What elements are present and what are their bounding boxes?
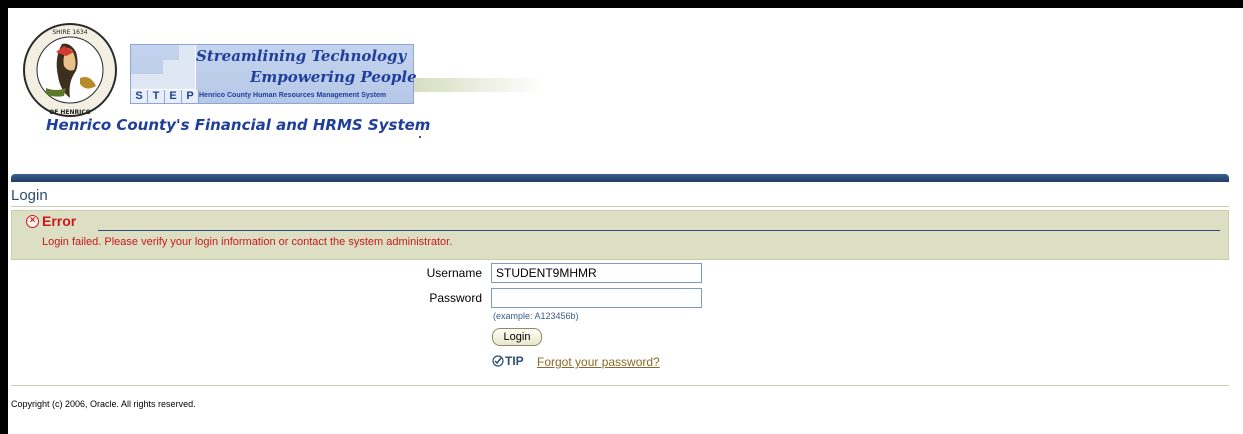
window-frame-left [0,0,8,434]
banner-grid-block [147,74,164,90]
error-title: Error [42,213,77,229]
step-letter-p: P [182,90,199,103]
password-field[interactable] [491,288,702,308]
step-letter-e: E [165,90,182,103]
error-icon: × [26,215,39,228]
tip-check-icon [492,355,504,367]
error-text: Login failed. Please verify your login i… [42,236,453,248]
window-frame-top [0,0,1243,8]
page-title: Login [11,187,48,204]
org-title: Henrico County's Financial and HRMS Syst… [46,116,431,134]
step-letter-s: S [131,90,148,103]
banner-fade-bar [414,78,544,92]
svg-text:OF HENRICO: OF HENRICO [49,109,91,116]
footer-divider [11,385,1229,386]
banner-grid-block [131,74,148,90]
county-seal-icon: SHIRE 1634 OF HENRICO [23,23,117,117]
banner-grid-block [179,45,196,61]
tip-label: TIP [505,354,524,368]
slogan-line-2: Empowering People [250,68,417,86]
svg-text:SHIRE 1634: SHIRE 1634 [52,29,87,36]
banner-grid-block [163,74,180,90]
decorative-dot [419,136,421,138]
copyright-text: Copyright (c) 2006, Oracle. All rights r… [11,399,196,409]
step-acronym: S T E P [131,90,199,103]
username-field[interactable] [491,263,702,283]
banner-grid-block [179,74,196,90]
forgot-password-link[interactable]: Forgot your password? [537,355,660,369]
password-hint: (example: A123456b) [493,311,579,321]
banner-grid-block [163,60,180,75]
banner-grid-block [179,60,196,75]
login-button[interactable]: Login [492,328,542,346]
heading-divider [11,206,1229,207]
header-divider [11,174,1229,182]
password-label: Password [429,291,482,305]
step-subtitle: Henrico County Human Resources Managemen… [199,92,387,99]
username-label: Username [426,266,482,280]
error-title-rule [98,230,1220,231]
step-letter-t: T [148,90,165,103]
error-message-box [11,210,1229,260]
slogan-line-1: Streamlining Technology [196,47,407,65]
